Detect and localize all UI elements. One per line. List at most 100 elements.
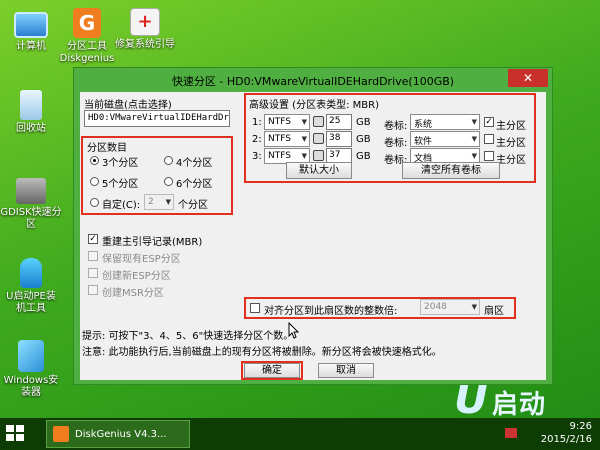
primary-label: 主分区 — [496, 155, 526, 166]
desktop-icon-label: 回收站 — [16, 123, 46, 134]
keep-esp-label: 保留现有ESP分区 — [102, 254, 181, 265]
align-sector-label: 对齐分区到此扇区数的整数倍: — [264, 306, 398, 317]
taskbar-app-label: DiskGenius V4.3... — [75, 429, 167, 440]
windows-logo-part — [16, 425, 24, 432]
computer-icon — [14, 12, 48, 38]
advanced-settings-label: 高级设置 (分区表类型: MBR) — [249, 100, 379, 111]
clear-labels-button[interactable]: 清空所有卷标 — [402, 162, 500, 179]
ok-button[interactable]: 确定 — [244, 363, 300, 378]
rebuild-mbr-checkbox[interactable]: ✓ — [88, 234, 98, 244]
custom-label: 自定(C): — [102, 200, 141, 211]
partition-name-value: 软件 — [414, 137, 433, 147]
notice-text: 注意: 此功能执行后,当前磁盘上的现有分区将被删除。新分区将会被快速格式化。 — [82, 347, 442, 358]
chevron-down-icon: ▼ — [301, 135, 307, 143]
windows-installer-icon — [18, 340, 44, 372]
keep-esp-checkbox[interactable] — [88, 251, 98, 261]
chevron-down-icon: ▼ — [471, 135, 477, 143]
windows-logo-part — [6, 434, 14, 441]
partition-size-input[interactable]: 25 — [326, 114, 352, 130]
chevron-down-icon: ▼ — [301, 152, 307, 160]
radio-3-partitions[interactable] — [90, 156, 99, 165]
partition-fs-value: NTFS — [268, 151, 291, 161]
logo-text: 启动 — [492, 390, 547, 420]
desktop-icon-recycle-bin[interactable]: 回收站 — [0, 90, 62, 135]
create-esp-checkbox[interactable] — [88, 268, 98, 278]
desktop-icon-label: Windows安装器 — [3, 375, 59, 398]
quick-partition-dialog: 快速分区 - HD0:VMwareVirtualIDEHardDrive(100… — [73, 67, 553, 385]
close-button[interactable]: ✕ — [508, 69, 548, 87]
chevron-down-icon: ▼ — [471, 152, 477, 160]
partition-fs-select[interactable]: NTFS ▼ — [264, 131, 310, 147]
align-sector-value: 2048 — [424, 302, 447, 312]
partition-size-unit: GB — [356, 151, 371, 162]
radio-custom[interactable] — [90, 198, 99, 207]
custom-count-select[interactable]: 2 ▼ — [144, 194, 174, 210]
chevron-down-icon: ▼ — [301, 118, 307, 126]
diskgenius-icon: G — [73, 8, 101, 38]
tray-icon[interactable] — [505, 428, 517, 438]
hint-text: 提示: 可按下"3、4、5、6"快速选择分区个数。 — [82, 331, 294, 342]
partition-fs-select[interactable]: NTFS ▼ — [264, 114, 310, 130]
desktop-icon-label: 修复系统引导 — [115, 39, 175, 50]
option-label: 4个分区 — [176, 158, 213, 169]
primary-checkbox[interactable] — [484, 151, 494, 161]
pe-install-icon — [20, 258, 42, 288]
repair-boot-icon: + — [130, 8, 160, 36]
option-label: 5个分区 — [102, 179, 139, 190]
cancel-button[interactable]: 取消 — [318, 363, 374, 378]
primary-label: 主分区 — [496, 138, 526, 149]
create-esp-label: 创建新ESP分区 — [102, 271, 171, 282]
align-sector-select[interactable]: 2048 ▼ — [420, 299, 480, 315]
clock-time: 9:26 — [569, 421, 592, 432]
recycle-bin-icon — [20, 90, 42, 120]
volume-label-text: 卷标: — [384, 121, 408, 132]
partition-index: 1: — [252, 117, 262, 128]
windows-logo-icon — [6, 425, 14, 432]
desktop-icon-pe-install[interactable]: U启动PE装机工具 — [0, 258, 62, 315]
partition-size-input[interactable]: 38 — [326, 131, 352, 147]
partition-name-select[interactable]: 系统 ▼ — [410, 114, 480, 130]
windows-logo-part — [16, 434, 24, 441]
desktop-icon-computer[interactable]: 计算机 — [0, 8, 62, 53]
taskbar: DiskGenius V4.3... 9:26 2015/2/16 — [0, 418, 600, 450]
default-size-button[interactable]: 默认大小 — [286, 162, 352, 179]
lock-icon — [313, 133, 324, 144]
desktop-icon-label: 分区工具Diskgenius — [59, 41, 115, 64]
radio-6-partitions[interactable] — [164, 177, 173, 186]
partition-name-value: 系统 — [414, 120, 433, 130]
partition-count-label: 分区数目 — [87, 143, 127, 154]
chevron-down-icon: ▼ — [471, 303, 477, 311]
current-disk-field[interactable]: HD0:VMwareVirtualIDEHardDri — [84, 110, 230, 127]
partition-size-unit: GB — [356, 117, 371, 128]
current-disk-label: 当前磁盘(点击选择) — [84, 100, 172, 111]
partition-index: 2: — [252, 134, 262, 145]
taskbar-app-diskgenius[interactable]: DiskGenius V4.3... — [46, 420, 190, 448]
desktop-icon-repair-boot[interactable]: + 修复系统引导 — [114, 8, 176, 51]
clock-date: 2015/2/16 — [540, 434, 592, 445]
desktop-icon-diskgenius[interactable]: G 分区工具Diskgenius — [56, 8, 118, 65]
option-label: 3个分区 — [102, 158, 139, 169]
partition-fs-value: NTFS — [268, 117, 291, 127]
mouse-cursor-icon — [288, 322, 300, 339]
partition-index: 3: — [252, 151, 262, 162]
diskgenius-icon — [53, 426, 69, 442]
desktop-icon-windows-installer[interactable]: Windows安装器 — [0, 340, 62, 399]
clock[interactable]: 9:26 2015/2/16 — [541, 420, 592, 446]
primary-checkbox[interactable]: ✓ — [484, 117, 494, 127]
create-msr-checkbox[interactable] — [88, 285, 98, 295]
radio-4-partitions[interactable] — [164, 156, 173, 165]
rebuild-mbr-label: 重建主引导记录(MBR) — [102, 237, 203, 248]
gdisk-icon — [16, 178, 46, 204]
lock-icon — [313, 116, 324, 127]
align-sector-unit: 扇区 — [484, 306, 504, 317]
dialog-titlebar[interactable]: 快速分区 - HD0:VMwareVirtualIDEHardDrive(100… — [74, 68, 552, 90]
primary-checkbox[interactable] — [484, 134, 494, 144]
create-msr-label: 创建MSR分区 — [102, 288, 164, 299]
desktop-icon-gdisk[interactable]: GDISK快速分区 — [0, 178, 62, 231]
partition-name-select[interactable]: 软件 ▼ — [410, 131, 480, 147]
dialog-body: 当前磁盘(点击选择) HD0:VMwareVirtualIDEHardDri 分… — [80, 92, 546, 380]
start-button[interactable] — [6, 425, 26, 443]
radio-5-partitions[interactable] — [90, 177, 99, 186]
primary-label: 主分区 — [496, 121, 526, 132]
align-sector-checkbox[interactable] — [250, 303, 260, 313]
